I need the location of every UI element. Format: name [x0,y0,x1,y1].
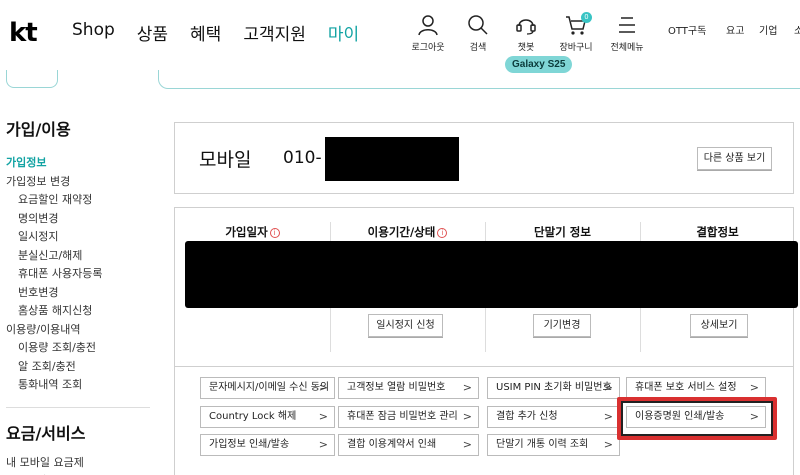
nav-shop[interactable]: Shop [72,20,115,45]
sidebar-item[interactable]: 명의변경 [6,210,156,229]
sidebar-section-title: 가입/이용 [6,120,71,139]
chevron-right-icon: > [462,410,472,423]
cart-button[interactable]: 0 장바구니 [551,12,601,53]
sidebar-section-title: 요금/서비스 [6,423,86,443]
search-label: 검색 [469,43,487,53]
quick-link-label: 휴대폰 보호 서비스 설정 [635,382,737,393]
sidebar-list: 내 모바일 요금제요금조회 [6,454,156,475]
info-icon[interactable]: i [437,228,448,238]
redacted-block [185,241,798,308]
sidebar-divider [6,406,150,408]
suspend-request-button[interactable]: 일시정지 신청 [368,314,443,337]
quick-link-button[interactable]: 결합 이용계약서 인쇄 > [338,434,479,456]
quick-link-label: 고객정보 열람 비밀번호 [347,382,446,393]
sidebar-item[interactable]: 가입정보 [6,154,156,173]
decor-divider-left [6,70,58,88]
quick-link-label: USIM PIN 초기화 비밀번호 [496,382,612,393]
quick-link-label: 가입정보 인쇄/발송 [209,439,290,450]
info-icon[interactable]: i [269,228,280,238]
cart-count-badge: 0 [581,12,592,23]
quick-link-label: 단말기 개통 이력 조회 [496,439,589,450]
nav-benefits[interactable]: 혜택 [190,20,221,45]
annotation-highlight-box [617,397,777,440]
sidebar-item[interactable]: 알 조회/충전 [6,358,156,377]
chatbot-icon [516,19,536,35]
util-yogo[interactable]: 요고 [726,22,744,37]
quick-link-button[interactable]: 휴대폰 보호 서비스 설정 > [626,377,766,399]
quick-link-button[interactable]: USIM PIN 초기화 비밀번호 > [487,377,620,399]
logout-button[interactable]: 로그아웃 [403,14,453,53]
nav-support[interactable]: 고객지원 [243,20,306,45]
col-header-label: 가입일자 [225,225,268,239]
sidebar-item[interactable]: 휴대폰 사용자등록 [6,265,156,284]
device-change-button[interactable]: 기기변경 [533,314,591,337]
sidebar-item[interactable]: 일시정지 [6,228,156,247]
col-header-device: 단말기 정보 [534,225,591,239]
search-button[interactable]: 검색 [453,14,503,53]
sidebar-item[interactable]: 이용량 조회/충전 [6,339,156,358]
all-menu-label: 전체메뉴 [610,43,644,53]
sidebar-item[interactable]: 홈상품 해지신청 [6,302,156,321]
sidebar-item[interactable]: 통화내역 조회 [6,376,156,395]
bundle-detail-button[interactable]: 상세보기 [690,314,748,337]
phone-number: 010- [283,148,322,168]
util-business[interactable]: 기업 [759,22,777,37]
sidebar-item[interactable]: 이용량/이용내역 [6,321,156,340]
quick-link-button[interactable]: 고객정보 열람 비밀번호 > [338,377,479,399]
quick-link-label: 문자메시지/이메일 수신 동의 [209,382,330,393]
chevron-right-icon: > [318,438,328,451]
col-header-join-date: 가입일자 i [175,224,330,240]
all-menu-button[interactable]: 전체메뉴 [602,14,652,53]
util-ott[interactable]: OTT구독 [668,22,706,37]
decor-divider-right [158,70,800,89]
chevron-right-icon: > [603,438,613,451]
redacted-block [325,137,459,181]
subscription-info-card: 가입일자 i 이용기간/상태 i 단말기 정보 결합정보 일시정지 신청 기기변경 … [174,207,798,367]
quick-link-label: 결합 이용계약서 인쇄 [347,439,437,450]
chevron-right-icon: > [318,410,328,423]
nav-my[interactable]: 마이 [328,20,359,45]
col-header-bundle: 결합정보 [696,225,739,239]
sidebar-item[interactable]: 분실신고/해제 [6,247,156,266]
chevron-right-icon: > [462,381,472,394]
menu-icon [619,17,635,33]
sidebar-item[interactable]: 번호변경 [6,284,156,303]
quick-link-label: 결합 추가 신청 [496,411,558,422]
sidebar: 가입/이용 가입정보 가입정보 변경 요금할인 재약정 명의변경 일시정지 분실신고/해제… [6,116,156,475]
logout-label: 로그아웃 [411,43,445,53]
quick-link-button[interactable]: 휴대폰 잠금 비밀번호 관리 > [338,406,479,428]
quick-link-button[interactable]: 결합 추가 신청 > [487,406,620,428]
page-title: 모바일 [199,149,252,171]
site-header: kt Shop 상품 혜택 고객지원 마이 로그아웃 검색 챗봇 0 장바구니 … [0,0,800,73]
sidebar-item[interactable]: 요금할인 재약정 [6,191,156,210]
sidebar-item[interactable]: 가입정보 변경 [6,173,156,192]
user-icon [418,15,438,36]
quick-link-label: Country Lock 해제 [209,411,297,422]
chatbot-label: 챗봇 [517,43,535,53]
quick-link-label: 휴대폰 잠금 비밀번호 관리 [347,411,458,422]
nav-products[interactable]: 상품 [137,20,168,45]
search-icon [468,15,488,35]
chevron-right-icon: > [603,410,613,423]
quick-link-button[interactable]: 가입정보 인쇄/발송 > [200,434,335,456]
quick-link-button[interactable]: Country Lock 해제 > [200,406,335,428]
chevron-right-icon: > [318,381,328,394]
col-header-label: 이용기간/상태 [367,225,436,239]
quick-link-button[interactable]: 문자메시지/이메일 수신 동의 > [200,377,335,399]
main-nav: Shop 상품 혜택 고객지원 마이 [72,20,381,45]
other-products-button[interactable]: 다른 상품 보기 [697,147,772,170]
sidebar-item[interactable]: 내 모바일 요금제 [6,454,156,473]
mobile-line-card: 모바일 010- 다른 상품 보기 [174,122,794,194]
util-more[interactable]: 소 [794,22,800,37]
sidebar-list: 가입정보 가입정보 변경 요금할인 재약정 명의변경 일시정지 분실신고/해제 휴대폰 사용… [6,154,156,395]
col-header-period: 이용기간/상태 i [330,224,485,240]
chatbot-button[interactable]: 챗봇 [501,14,551,53]
quick-link-button[interactable]: 단말기 개통 이력 조회 > [487,434,620,456]
chevron-right-icon: > [603,381,613,394]
chevron-right-icon: > [749,381,759,394]
chevron-right-icon: > [462,438,472,451]
cart-label: 장바구니 [559,43,593,53]
kt-logo[interactable]: kt [9,18,38,48]
